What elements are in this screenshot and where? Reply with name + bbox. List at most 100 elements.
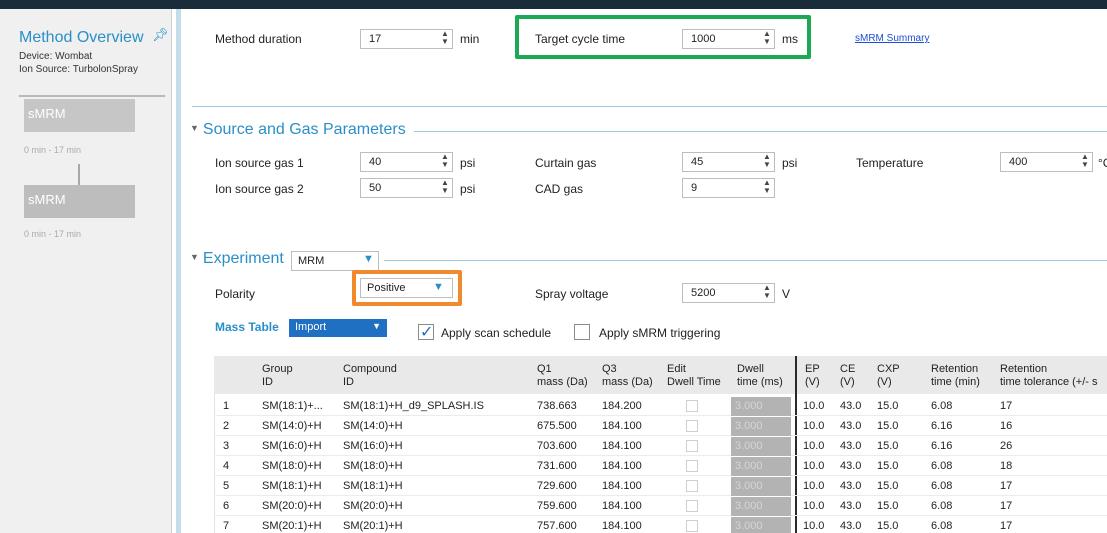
cell-n[interactable]: 6 bbox=[223, 500, 229, 512]
cell-ce[interactable]: 43.0 bbox=[840, 400, 861, 412]
cell-group[interactable]: SM(20:0)+H bbox=[262, 500, 322, 512]
cell-rtt[interactable]: 16 bbox=[1000, 420, 1012, 432]
cell-compound[interactable]: SM(20:0)+H bbox=[343, 500, 403, 512]
cell-rt[interactable]: 6.08 bbox=[931, 520, 952, 532]
cell-q1[interactable]: 759.600 bbox=[537, 500, 577, 512]
col-compound-id[interactable]: Compound ID bbox=[343, 363, 397, 389]
spinner-icon[interactable]: ▲ ▼ bbox=[762, 284, 772, 302]
source-gas-section-title[interactable]: ▼ Source and Gas Parameters bbox=[190, 121, 406, 139]
edit-dwell-checkbox[interactable] bbox=[686, 420, 698, 432]
cell-rtt[interactable]: 17 bbox=[1000, 520, 1012, 532]
edit-dwell-checkbox[interactable] bbox=[686, 460, 698, 472]
cell-q1[interactable]: 731.600 bbox=[537, 460, 577, 472]
smrm-summary-link[interactable]: sMRM Summary bbox=[855, 33, 929, 44]
cell-ce[interactable]: 43.0 bbox=[840, 480, 861, 492]
spinner-icon[interactable]: ▲ ▼ bbox=[762, 179, 772, 197]
edit-dwell-checkbox[interactable] bbox=[686, 500, 698, 512]
chevron-down-icon[interactable]: ▼ bbox=[372, 321, 381, 331]
cell-q3[interactable]: 184.100 bbox=[602, 520, 642, 532]
cell-cxp[interactable]: 15.0 bbox=[877, 420, 898, 432]
collapse-triangle-icon[interactable]: ▼ bbox=[190, 123, 199, 133]
experiment-section-title[interactable]: ▼ Experiment bbox=[190, 250, 284, 268]
col-retention-time[interactable]: Retention time (min) bbox=[931, 363, 980, 389]
table-row[interactable]: 7 SM(20:1)+H SM(20:1)+H 757.600 184.100 10.0 4… bbox=[214, 517, 1107, 533]
cell-n[interactable]: 1 bbox=[223, 400, 229, 412]
edit-dwell-checkbox[interactable] bbox=[686, 480, 698, 492]
cell-cxp[interactable]: 15.0 bbox=[877, 440, 898, 452]
experiment-card-1[interactable]: sMRM bbox=[24, 99, 135, 132]
table-row[interactable]: 5 SM(18:1)+H SM(18:1)+H 729.600 184.100 10.0 4… bbox=[214, 477, 1107, 496]
duration-spinner-icon[interactable]: ▲ ▼ bbox=[440, 30, 450, 48]
cell-ep[interactable]: 10.0 bbox=[803, 400, 824, 412]
cell-compound[interactable]: SM(18:1)+H_d9_SPLASH.IS bbox=[343, 400, 484, 412]
cell-rtt[interactable]: 17 bbox=[1000, 480, 1012, 492]
table-row[interactable]: 1 SM(18:1)+... SM(18:1)+H_d9_SPLASH.IS 738.… bbox=[214, 397, 1107, 416]
cell-q3[interactable]: 184.100 bbox=[602, 500, 642, 512]
spinner-icon[interactable]: ▲ ▼ bbox=[440, 153, 450, 171]
cell-n[interactable]: 5 bbox=[223, 480, 229, 492]
cell-group[interactable]: SM(20:1)+H bbox=[262, 520, 322, 532]
col-ce[interactable]: CE (V) bbox=[840, 363, 855, 389]
pin-icon[interactable]: 📌︎ bbox=[152, 27, 169, 43]
cell-group[interactable]: SM(18:1)+H bbox=[262, 480, 322, 492]
cell-ce[interactable]: 43.0 bbox=[840, 520, 861, 532]
cell-group[interactable]: SM(14:0)+H bbox=[262, 420, 322, 432]
cell-cxp[interactable]: 15.0 bbox=[877, 480, 898, 492]
cell-cxp[interactable]: 15.0 bbox=[877, 500, 898, 512]
cell-ce[interactable]: 43.0 bbox=[840, 500, 861, 512]
table-row[interactable]: 6 SM(20:0)+H SM(20:0)+H 759.600 184.100 10.0 4… bbox=[214, 497, 1107, 516]
import-dropdown-button[interactable]: Import ▼ bbox=[289, 319, 387, 337]
cell-rt[interactable]: 6.16 bbox=[931, 420, 952, 432]
cell-q1[interactable]: 729.600 bbox=[537, 480, 577, 492]
col-cxp[interactable]: CXP (V) bbox=[877, 363, 900, 389]
cell-rtt[interactable]: 17 bbox=[1000, 500, 1012, 512]
experiment-card-2[interactable]: sMRM bbox=[24, 185, 135, 218]
edit-dwell-checkbox[interactable] bbox=[686, 520, 698, 532]
chevron-down-icon[interactable]: ▼ bbox=[363, 253, 374, 265]
col-group-id[interactable]: Group ID bbox=[262, 363, 293, 389]
cell-ep[interactable]: 10.0 bbox=[803, 420, 824, 432]
cell-ep[interactable]: 10.0 bbox=[803, 480, 824, 492]
apply-scan-schedule-checkbox[interactable] bbox=[418, 322, 434, 342]
cell-q3[interactable]: 184.100 bbox=[602, 440, 642, 452]
cell-cxp[interactable]: 15.0 bbox=[877, 520, 898, 532]
table-row[interactable]: 2 SM(14:0)+H SM(14:0)+H 675.500 184.100 10.0 4… bbox=[214, 417, 1107, 436]
cell-ce[interactable]: 43.0 bbox=[840, 460, 861, 472]
spinner-icon[interactable]: ▲ ▼ bbox=[762, 153, 772, 171]
cell-ce[interactable]: 43.0 bbox=[840, 420, 861, 432]
edit-dwell-checkbox[interactable] bbox=[686, 400, 698, 412]
cell-cxp[interactable]: 15.0 bbox=[877, 400, 898, 412]
cell-ep[interactable]: 10.0 bbox=[803, 440, 824, 452]
cell-rtt[interactable]: 17 bbox=[1000, 400, 1012, 412]
table-row[interactable]: 3 SM(16:0)+H SM(16:0)+H 703.600 184.100 10.0 4… bbox=[214, 437, 1107, 456]
cell-ep[interactable]: 10.0 bbox=[803, 500, 824, 512]
cell-n[interactable]: 2 bbox=[223, 420, 229, 432]
cell-compound[interactable]: SM(20:1)+H bbox=[343, 520, 403, 532]
cell-q3[interactable]: 184.200 bbox=[602, 400, 642, 412]
spinner-icon[interactable]: ▲ ▼ bbox=[440, 179, 450, 197]
cell-group[interactable]: SM(18:0)+H bbox=[262, 460, 322, 472]
panel-splitter[interactable] bbox=[176, 9, 181, 533]
cell-rt[interactable]: 6.08 bbox=[931, 480, 952, 492]
cell-ep[interactable]: 10.0 bbox=[803, 460, 824, 472]
cell-ep[interactable]: 10.0 bbox=[803, 520, 824, 532]
cell-compound[interactable]: SM(18:0)+H bbox=[343, 460, 403, 472]
cell-q1[interactable]: 738.663 bbox=[537, 400, 577, 412]
cell-n[interactable]: 3 bbox=[223, 440, 229, 452]
col-ep[interactable]: EP (V) bbox=[805, 363, 820, 389]
cell-rt[interactable]: 6.08 bbox=[931, 500, 952, 512]
col-q3[interactable]: Q3 mass (Da) bbox=[602, 363, 653, 389]
cell-rtt[interactable]: 26 bbox=[1000, 440, 1012, 452]
spinner-icon[interactable]: ▲ ▼ bbox=[1080, 153, 1090, 171]
table-row[interactable]: 4 SM(18:0)+H SM(18:0)+H 731.600 184.100 10.0 4… bbox=[214, 457, 1107, 476]
cell-rt[interactable]: 6.08 bbox=[931, 400, 952, 412]
col-edit-dwell[interactable]: Edit Dwell Time bbox=[667, 363, 721, 389]
cell-n[interactable]: 4 bbox=[223, 460, 229, 472]
cell-q3[interactable]: 184.100 bbox=[602, 420, 642, 432]
apply-smrm-triggering-checkbox[interactable] bbox=[574, 324, 590, 340]
cell-compound[interactable]: SM(18:1)+H bbox=[343, 480, 403, 492]
cell-group[interactable]: SM(16:0)+H bbox=[262, 440, 322, 452]
cell-q1[interactable]: 703.600 bbox=[537, 440, 577, 452]
cell-compound[interactable]: SM(14:0)+H bbox=[343, 420, 403, 432]
col-dwell-time[interactable]: Dwell time (ms) bbox=[737, 363, 783, 389]
